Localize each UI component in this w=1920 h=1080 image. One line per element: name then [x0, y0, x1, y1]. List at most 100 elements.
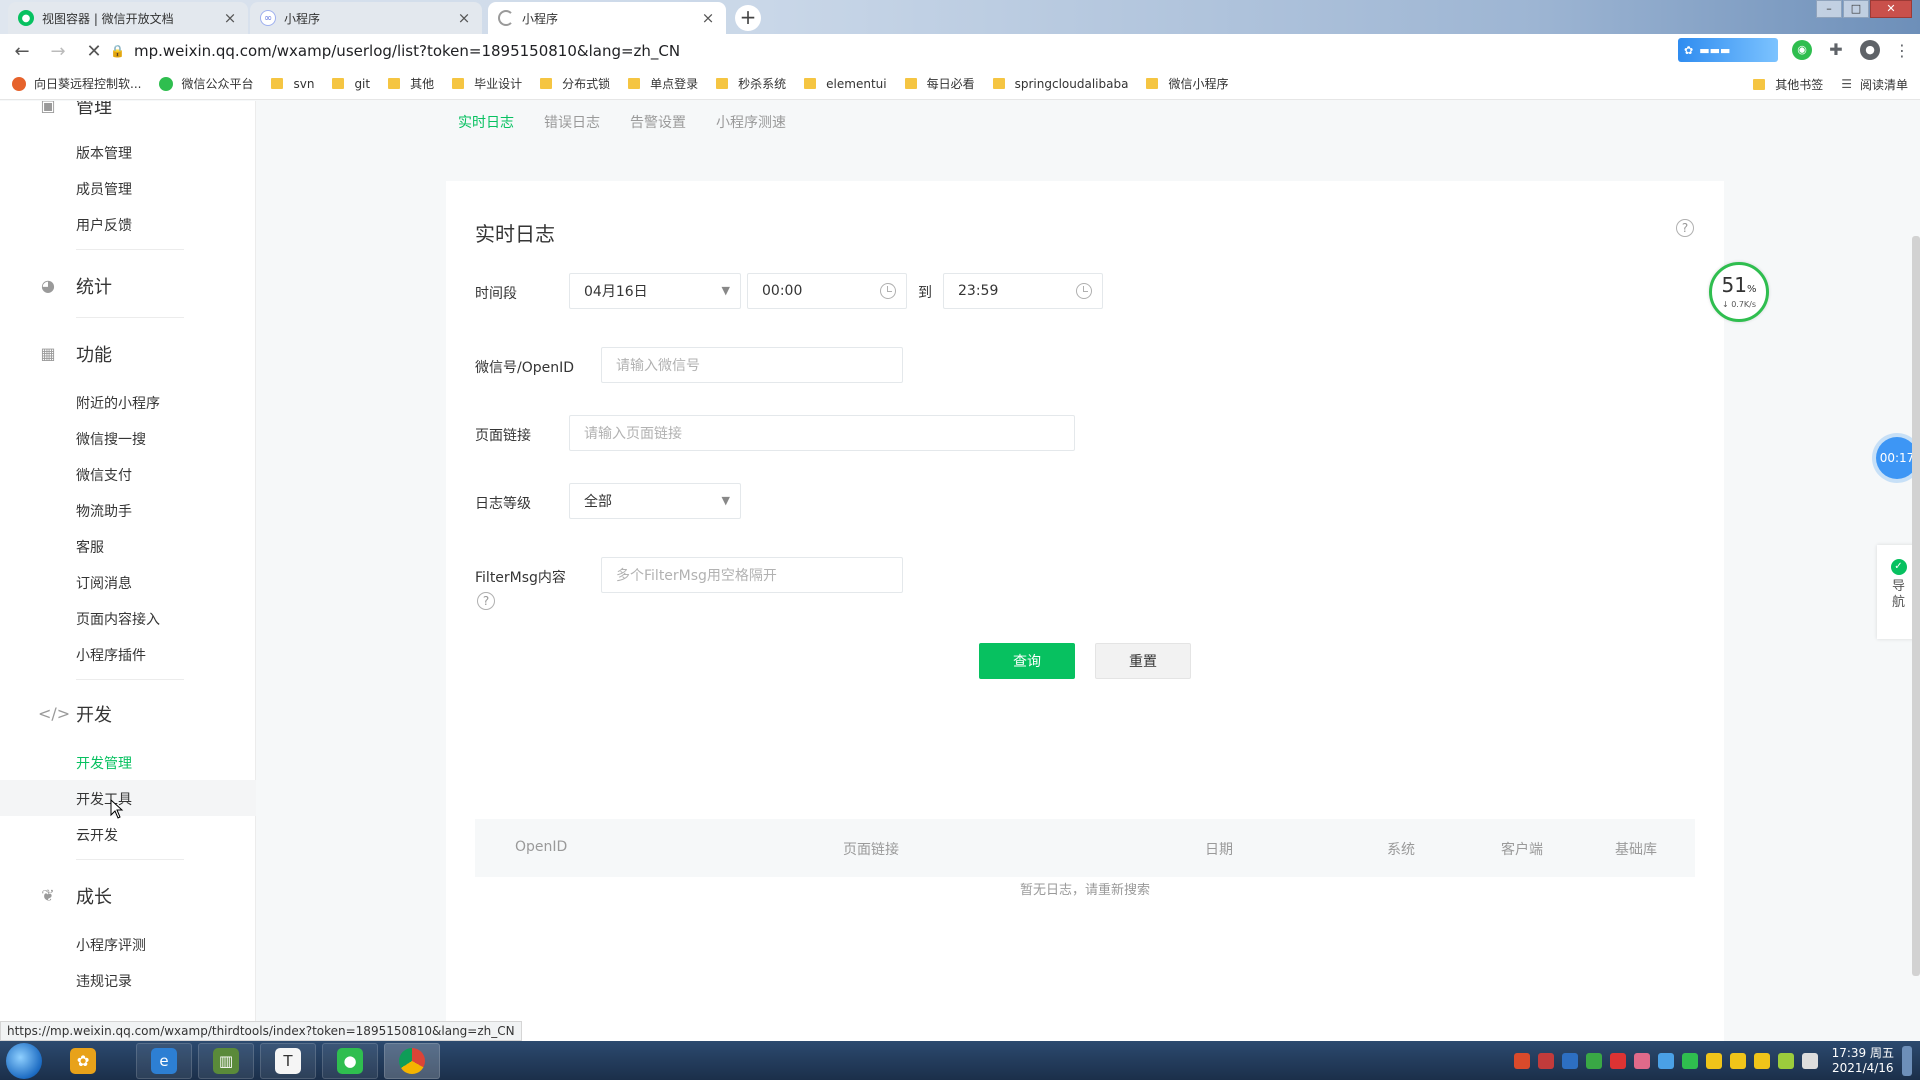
bookmark-item[interactable]: 微信小程序: [1146, 75, 1228, 92]
puzzle-icon[interactable]: ✚: [1826, 40, 1846, 60]
sidebar-item[interactable]: 页面内容接入: [76, 609, 160, 629]
sidebar-section-features[interactable]: ▦ 功能: [38, 341, 112, 367]
browser-tab-1[interactable]: ● 视图容器 | 微信开放文档 ×: [8, 2, 248, 34]
taskbar-app-typora[interactable]: T: [260, 1043, 316, 1079]
sidebar-item[interactable]: 云开发: [76, 825, 118, 845]
wechat-icon[interactable]: [1681, 1052, 1698, 1069]
end-time-input[interactable]: 23:59: [943, 273, 1103, 309]
tray-icon[interactable]: [1609, 1052, 1626, 1069]
extension-icon[interactable]: ◉: [1792, 40, 1812, 60]
sidebar-item[interactable]: 版本管理: [76, 143, 132, 163]
taskbar-clock[interactable]: 17:39 周五 2021/4/16: [1832, 1046, 1894, 1076]
page-scrollbar[interactable]: [1912, 236, 1920, 976]
windows-taskbar: ✿ e ▥ T ● 17:39 周五 2021/4/16: [0, 1041, 1920, 1080]
folder-icon: [452, 78, 465, 89]
bookmark-label: 秒杀系统: [738, 77, 787, 91]
minimize-icon[interactable]: –: [1816, 0, 1842, 18]
menu-kebab-icon[interactable]: ⋮: [1894, 41, 1910, 60]
start-time-input[interactable]: 00:00: [747, 273, 907, 309]
tray-icon[interactable]: [1777, 1052, 1794, 1069]
new-tab-button[interactable]: +: [735, 5, 761, 31]
sidebar-item[interactable]: 物流助手: [76, 501, 132, 521]
bookmark-item[interactable]: git: [332, 77, 370, 91]
close-icon[interactable]: ×: [456, 9, 472, 27]
tab-error-log[interactable]: 错误日志: [544, 112, 600, 132]
bookmark-item[interactable]: springcloudalibaba: [992, 77, 1128, 91]
sidebar-item[interactable]: 小程序评测: [76, 935, 146, 955]
sidebar-section-growth[interactable]: ❦ 成长: [38, 883, 112, 909]
bookmark-item[interactable]: elementui: [804, 77, 887, 91]
log-level-select[interactable]: 全部 ▼: [569, 483, 741, 519]
taskbar-app-wechat[interactable]: ●: [322, 1043, 378, 1079]
back-icon[interactable]: ←: [8, 41, 36, 62]
help-icon[interactable]: ?: [477, 592, 495, 610]
sidebar-item-dev-manage[interactable]: 开发管理: [76, 753, 132, 773]
close-icon[interactable]: ×: [700, 9, 716, 27]
sidebar-section-dev[interactable]: </> 开发: [38, 701, 112, 727]
sidebar-item[interactable]: 微信搜一搜: [76, 429, 146, 449]
sidebar-section-stats[interactable]: ◕ 统计: [38, 273, 112, 299]
sidebar-item[interactable]: 用户反馈: [76, 215, 132, 235]
date-select[interactable]: 04月16日 ▼: [569, 273, 741, 309]
sidebar-item[interactable]: 小程序插件: [76, 645, 146, 665]
tray-icon[interactable]: [1657, 1052, 1674, 1069]
end-time-value: 23:59: [958, 283, 999, 299]
tray-icon[interactable]: [1633, 1052, 1650, 1069]
sidebar-item[interactable]: 订阅消息: [76, 573, 132, 593]
taskbar-app-1[interactable]: ✿: [55, 1043, 111, 1079]
tray-icon[interactable]: [1513, 1052, 1530, 1069]
tray-icon[interactable]: [1561, 1052, 1578, 1069]
bookmark-item[interactable]: 其他: [388, 75, 434, 92]
bookmark-item[interactable]: 其他书签: [1753, 76, 1823, 93]
address-bar[interactable]: 🔒 mp.weixin.qq.com/wxamp/userlog/list?to…: [110, 37, 1700, 65]
taskbar-app-browser-se[interactable]: e: [136, 1043, 192, 1079]
profile-avatar-icon[interactable]: ●: [1860, 40, 1880, 60]
tab-speed-test[interactable]: 小程序测速: [716, 112, 786, 132]
forward-icon[interactable]: →: [44, 41, 72, 62]
window-close-icon[interactable]: ✕: [1870, 0, 1912, 18]
tray-icon[interactable]: [1585, 1052, 1602, 1069]
sidebar-item[interactable]: 附近的小程序: [76, 393, 160, 413]
maximize-icon[interactable]: □: [1843, 0, 1869, 18]
bookmark-item[interactable]: 分布式锁: [540, 75, 610, 92]
sidebar-section-manage[interactable]: ▣ 管理: [38, 101, 112, 119]
page-link-input[interactable]: 请输入页面链接: [569, 415, 1075, 451]
taskbar-app-chart[interactable]: ▥: [198, 1043, 254, 1079]
openid-input[interactable]: 请输入微信号: [601, 347, 903, 383]
sidebar-item[interactable]: 成员管理: [76, 179, 132, 199]
help-icon[interactable]: ?: [1676, 219, 1694, 237]
show-desktop-button[interactable]: [1902, 1045, 1912, 1076]
bookmark-item[interactable]: 向日葵远程控制软...: [12, 75, 141, 92]
bookmark-item[interactable]: ☰ 阅读清单: [1841, 76, 1908, 93]
reset-button[interactable]: 重置: [1095, 643, 1191, 679]
windows-start-icon[interactable]: [6, 1043, 42, 1079]
bookmark-item[interactable]: 每日必看: [904, 75, 975, 92]
bookmark-item[interactable]: 单点登录: [628, 75, 698, 92]
qq-icon[interactable]: [1729, 1052, 1746, 1069]
stop-loading-icon[interactable]: ✕: [80, 41, 108, 62]
tray-icon[interactable]: [1537, 1052, 1554, 1069]
sidebar-item[interactable]: 违规记录: [76, 971, 132, 991]
tab-alert-settings[interactable]: 告警设置: [630, 112, 686, 132]
bookmark-item[interactable]: svn: [271, 77, 314, 91]
bookmark-item[interactable]: 秒杀系统: [716, 75, 786, 92]
bookmark-item[interactable]: 毕业设计: [452, 75, 522, 92]
network-speed-widget[interactable]: 51% ↓ 0.7K/s: [1709, 262, 1769, 322]
bookmark-item[interactable]: 微信公众平台: [159, 75, 253, 92]
chevron-down-icon: ▼: [721, 494, 730, 507]
taskbar-app-chrome[interactable]: [384, 1043, 440, 1079]
check-icon: ✓: [1890, 559, 1907, 575]
close-icon[interactable]: ×: [222, 9, 238, 27]
qq-icon[interactable]: [1753, 1052, 1770, 1069]
qq-icon[interactable]: [1705, 1052, 1722, 1069]
browser-tab-2[interactable]: ∞ 小程序 ×: [250, 2, 482, 34]
browser-tab-3[interactable]: 小程序 ×: [488, 2, 726, 34]
tab-realtime-log[interactable]: 实时日志: [458, 112, 514, 132]
volume-icon[interactable]: [1801, 1052, 1818, 1069]
filtermsg-input[interactable]: 多个FilterMsg用空格隔开: [601, 557, 903, 593]
folder-icon: [992, 78, 1005, 89]
sidebar-item[interactable]: 微信支付: [76, 465, 132, 485]
sidebar-item[interactable]: 客服: [76, 537, 104, 557]
translate-extension-icon[interactable]: ✿ ▬▬▬: [1678, 38, 1778, 62]
query-button[interactable]: 查询: [979, 643, 1075, 679]
